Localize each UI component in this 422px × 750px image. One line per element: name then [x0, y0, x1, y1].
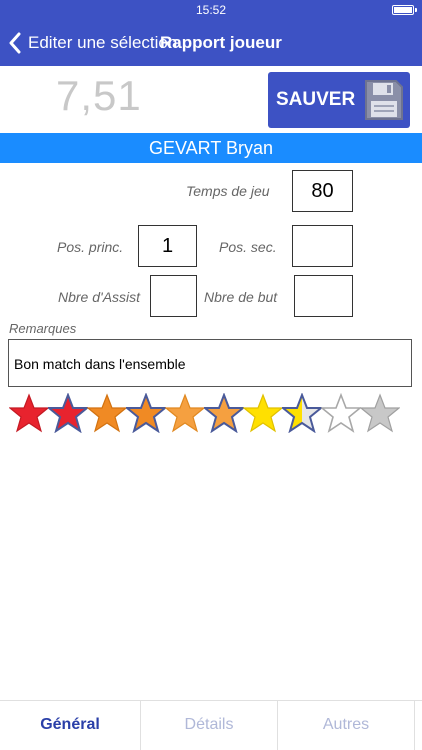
- temps-de-jeu-input[interactable]: 80: [292, 170, 353, 212]
- floppy-disk-icon: [365, 80, 403, 120]
- battery-icon: [392, 5, 417, 15]
- tab-divider: [414, 701, 415, 750]
- navigation-bar: Editer une sélection Rapport joueur: [0, 20, 422, 66]
- tab-bar: Général Détails Autres: [0, 700, 422, 750]
- star-7-icon[interactable]: [243, 393, 283, 433]
- star-1-icon[interactable]: [9, 393, 49, 433]
- tab-general[interactable]: Général: [0, 701, 140, 750]
- nbre-assist-label: Nbre d'Assist: [58, 289, 141, 305]
- temps-de-jeu-label: Temps de jeu: [186, 183, 270, 199]
- page-title: Rapport joueur: [160, 33, 282, 52]
- player-name: GEVART Bryan: [0, 133, 422, 163]
- pos-princ-label: Pos. princ.: [57, 239, 124, 255]
- save-button[interactable]: SAUVER: [268, 72, 410, 128]
- back-button[interactable]: Editer une sélection: [8, 20, 177, 66]
- pos-sec-label: Pos. sec.: [219, 239, 277, 255]
- remarks-input[interactable]: Bon match dans l'ensemble: [8, 339, 412, 387]
- chevron-left-icon: [9, 32, 21, 54]
- star-5-icon[interactable]: [165, 393, 205, 433]
- star-6-icon[interactable]: [204, 393, 244, 433]
- pos-sec-input[interactable]: [292, 225, 353, 267]
- remarks-label: Remarques: [9, 321, 77, 336]
- nbre-but-input[interactable]: [294, 275, 353, 317]
- star-9-icon[interactable]: [321, 393, 361, 433]
- save-label: SAUVER: [276, 89, 356, 110]
- tab-details[interactable]: Détails: [141, 701, 277, 750]
- star-rating[interactable]: [9, 393, 409, 435]
- nbre-assist-input[interactable]: [150, 275, 197, 317]
- nbre-but-label: Nbre de but: [204, 289, 278, 305]
- star-2-icon[interactable]: [48, 393, 88, 433]
- score-value: 7,51: [56, 72, 142, 119]
- star-8-icon[interactable]: [282, 393, 322, 433]
- pos-princ-input[interactable]: 1: [138, 225, 197, 267]
- status-bar: 15:52: [0, 0, 422, 20]
- star-3-icon[interactable]: [87, 393, 127, 433]
- back-label: Editer une sélection: [28, 33, 178, 52]
- star-10-icon[interactable]: [360, 393, 400, 433]
- tab-autres[interactable]: Autres: [278, 701, 414, 750]
- status-time: 15:52: [195, 3, 227, 17]
- star-4-icon[interactable]: [126, 393, 166, 433]
